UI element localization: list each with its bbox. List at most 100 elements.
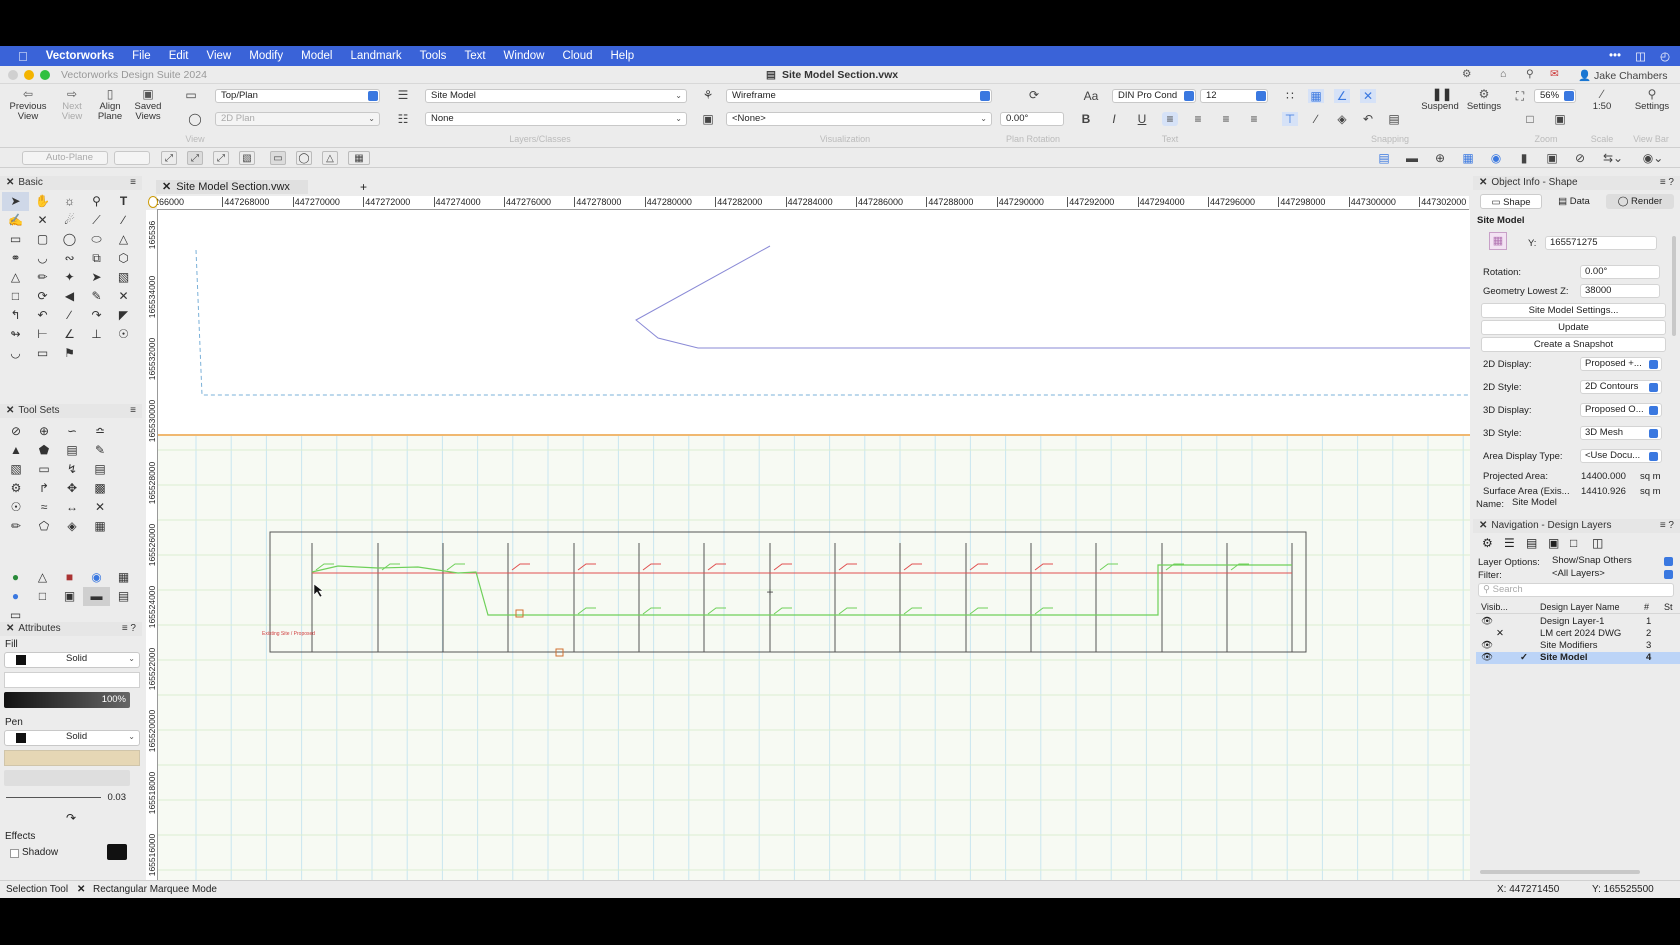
pad-icon[interactable]: ⬟ [30, 441, 58, 460]
flyover-tool-icon[interactable]: ☼ [56, 192, 83, 211]
plane-select[interactable]: 2D Plan ⌄ [215, 112, 380, 126]
pen-opacity-slider[interactable] [4, 770, 130, 786]
pen-color-swatch[interactable] [16, 733, 26, 743]
black-background-icon[interactable]: ▬ [1404, 151, 1420, 165]
italic-button[interactable]: I [1106, 112, 1122, 126]
align-center-icon[interactable]: ≡ [1190, 112, 1206, 126]
snap-tangent-icon[interactable]: ∕ [1308, 112, 1324, 126]
view-bar-settings-button[interactable]: ⚲ Settings [1630, 88, 1674, 112]
zoom-select[interactable]: 56% [1534, 89, 1576, 103]
align-icon[interactable]: ↯ [58, 460, 86, 479]
scale-button[interactable]: ∕ 1:50 [1582, 88, 1622, 112]
col-stack[interactable]: St [1664, 602, 1673, 612]
mode-group-icon[interactable]: ▧ [239, 151, 255, 165]
layer-options-select[interactable]: Show/Snap Others [1548, 555, 1676, 569]
oval-tool-icon[interactable]: ⬭ [83, 230, 110, 249]
split-tool-icon[interactable]: ✕ [110, 287, 137, 306]
next-view-button[interactable]: ⇨ Next View [52, 88, 92, 122]
layer-row[interactable]: 👁 Site Modifiers 3 [1476, 640, 1676, 652]
dimension-tool-icon[interactable]: ↬ [2, 325, 29, 344]
saved-views-icon[interactable]: ◫ [1592, 536, 1603, 550]
help-icon[interactable]: ≡ ? [122, 622, 136, 636]
view-select[interactable]: Top/Plan [215, 89, 380, 103]
stake-tool-icon[interactable]: ⚑ [56, 344, 83, 363]
site-toolset-icon[interactable]: ▬ [83, 587, 110, 606]
menu-modify[interactable]: Modify [240, 50, 292, 62]
zoom-window-button[interactable] [40, 70, 50, 80]
layers-stack-icon[interactable]: ☰ [1504, 536, 1515, 550]
rectangle-tool-icon[interactable]: ▭ [2, 230, 29, 249]
class-select[interactable]: None ⌄ [425, 112, 687, 126]
underline-button[interactable]: U [1134, 112, 1150, 126]
zoom-tool-icon[interactable]: ⚲ [83, 192, 110, 211]
menu-cloud[interactable]: Cloud [553, 50, 601, 62]
grade-tool-icon[interactable]: ≏ [86, 422, 114, 441]
pencil-icon[interactable]: ✏ [2, 517, 30, 536]
hide-icon[interactable]: ⊘ [1572, 151, 1588, 165]
plane-icon[interactable]: ◯ [187, 112, 203, 126]
create-snapshot-button[interactable]: Create a Snapshot [1481, 337, 1666, 352]
arrowheads-icon[interactable]: ↷ [66, 811, 76, 825]
close-icon[interactable]: ✕ [6, 177, 14, 188]
protractor-tool-icon[interactable]: ◡ [2, 344, 29, 363]
y-field[interactable]: 165571275 [1545, 236, 1657, 250]
ruler-icon[interactable]: ▤ [86, 460, 114, 479]
menu-help[interactable]: Help [602, 50, 644, 62]
view-options-icon[interactable]: ⇆⌄ [1600, 151, 1626, 165]
camera-toolset-icon[interactable]: ▣ [56, 587, 83, 606]
zoom-selection-icon[interactable]: ▣ [1552, 112, 1568, 126]
marquee-options-icon[interactable]: ▦ [348, 151, 370, 165]
align-plane-button[interactable]: ▯ Align Plane [92, 88, 128, 122]
radial-dim-icon[interactable]: ⊥ [83, 325, 110, 344]
2d-style-select[interactable]: 2D Contours [1580, 380, 1662, 394]
mode-single-icon[interactable]: ⤢ [161, 151, 177, 165]
callout-tool-icon[interactable]: ✍ [2, 211, 29, 230]
tab-render[interactable]: ◯ Render [1606, 194, 1674, 209]
name-field[interactable]: Site Model [1508, 497, 1672, 511]
layer-select[interactable]: Site Model ⌄ [425, 89, 687, 103]
snap-intersection-icon[interactable]: ✕ [1360, 89, 1376, 103]
rectangular-marquee-icon[interactable]: ▭ [270, 151, 286, 165]
close-icon[interactable]: ✕ [1479, 520, 1487, 531]
polyline-tool-icon[interactable]: ⧉ [83, 249, 110, 268]
tape-measure-icon[interactable]: ☉ [110, 325, 137, 344]
eye-icon[interactable]: ☉ [2, 498, 30, 517]
font-select[interactable]: DIN Pro Cond [1112, 89, 1196, 103]
snap-surface-icon[interactable]: ◈ [1334, 112, 1350, 126]
geometry-lowest-z-field[interactable]: 38000 [1580, 284, 1660, 298]
trim-tool-icon[interactable]: ∕ [56, 306, 83, 325]
col-layer-name[interactable]: Design Layer Name [1540, 602, 1620, 612]
measure-icon[interactable]: ↔ [58, 498, 86, 517]
frame-icon[interactable]: ▭ [30, 460, 58, 479]
offset-tool-icon[interactable]: ↶ [29, 306, 56, 325]
globe-icon[interactable]: ◈ [58, 517, 86, 536]
table-icon[interactable]: ▦ [86, 517, 114, 536]
drawing-canvas[interactable]: + Existing Site / Proposed [158, 210, 1470, 882]
cog-icon[interactable]: ⚙ [2, 479, 30, 498]
freehand-tool-icon[interactable]: ∾ [56, 249, 83, 268]
line-weight-select[interactable]: 0.03 [4, 790, 140, 806]
note-icon[interactable]: ✎ [86, 441, 114, 460]
justify-icon[interactable]: ≡ [1246, 112, 1262, 126]
triangle-tool-icon[interactable]: △ [110, 230, 137, 249]
position-anchor-icon[interactable]: ▦ [1489, 232, 1507, 250]
fill-color-swatch[interactable] [16, 655, 26, 665]
symbol-tool-icon[interactable]: ☄ [56, 211, 83, 230]
menu-tools[interactable]: Tools [411, 50, 456, 62]
hatch-icon[interactable]: ▩ [86, 479, 114, 498]
layer-search-input[interactable]: ⚲ Search [1478, 583, 1674, 597]
sheet-layers-icon[interactable]: ▤ [1526, 536, 1537, 550]
view-cube-icon[interactable]: ▭ [183, 88, 199, 102]
menu-window[interactable]: Window [495, 50, 554, 62]
zoom-fit-icon[interactable]: □ [1522, 112, 1538, 126]
visibility-tool-icon[interactable]: ➤ [83, 268, 110, 287]
help-icon[interactable]: ≡ ? [1660, 176, 1674, 190]
close-window-button[interactable] [8, 70, 18, 80]
col-visibility[interactable]: Visib... [1481, 602, 1508, 612]
constrained-dim-icon[interactable]: ⊢ [29, 325, 56, 344]
visualization-icon[interactable]: ▣ [700, 112, 716, 126]
menu-model[interactable]: Model [292, 50, 341, 62]
quarter-arc-tool-icon[interactable]: ◡ [29, 249, 56, 268]
user-account[interactable]: 👤 Jake Chambers [1578, 69, 1668, 82]
snap-distance-icon[interactable]: ⊤ [1282, 112, 1298, 126]
